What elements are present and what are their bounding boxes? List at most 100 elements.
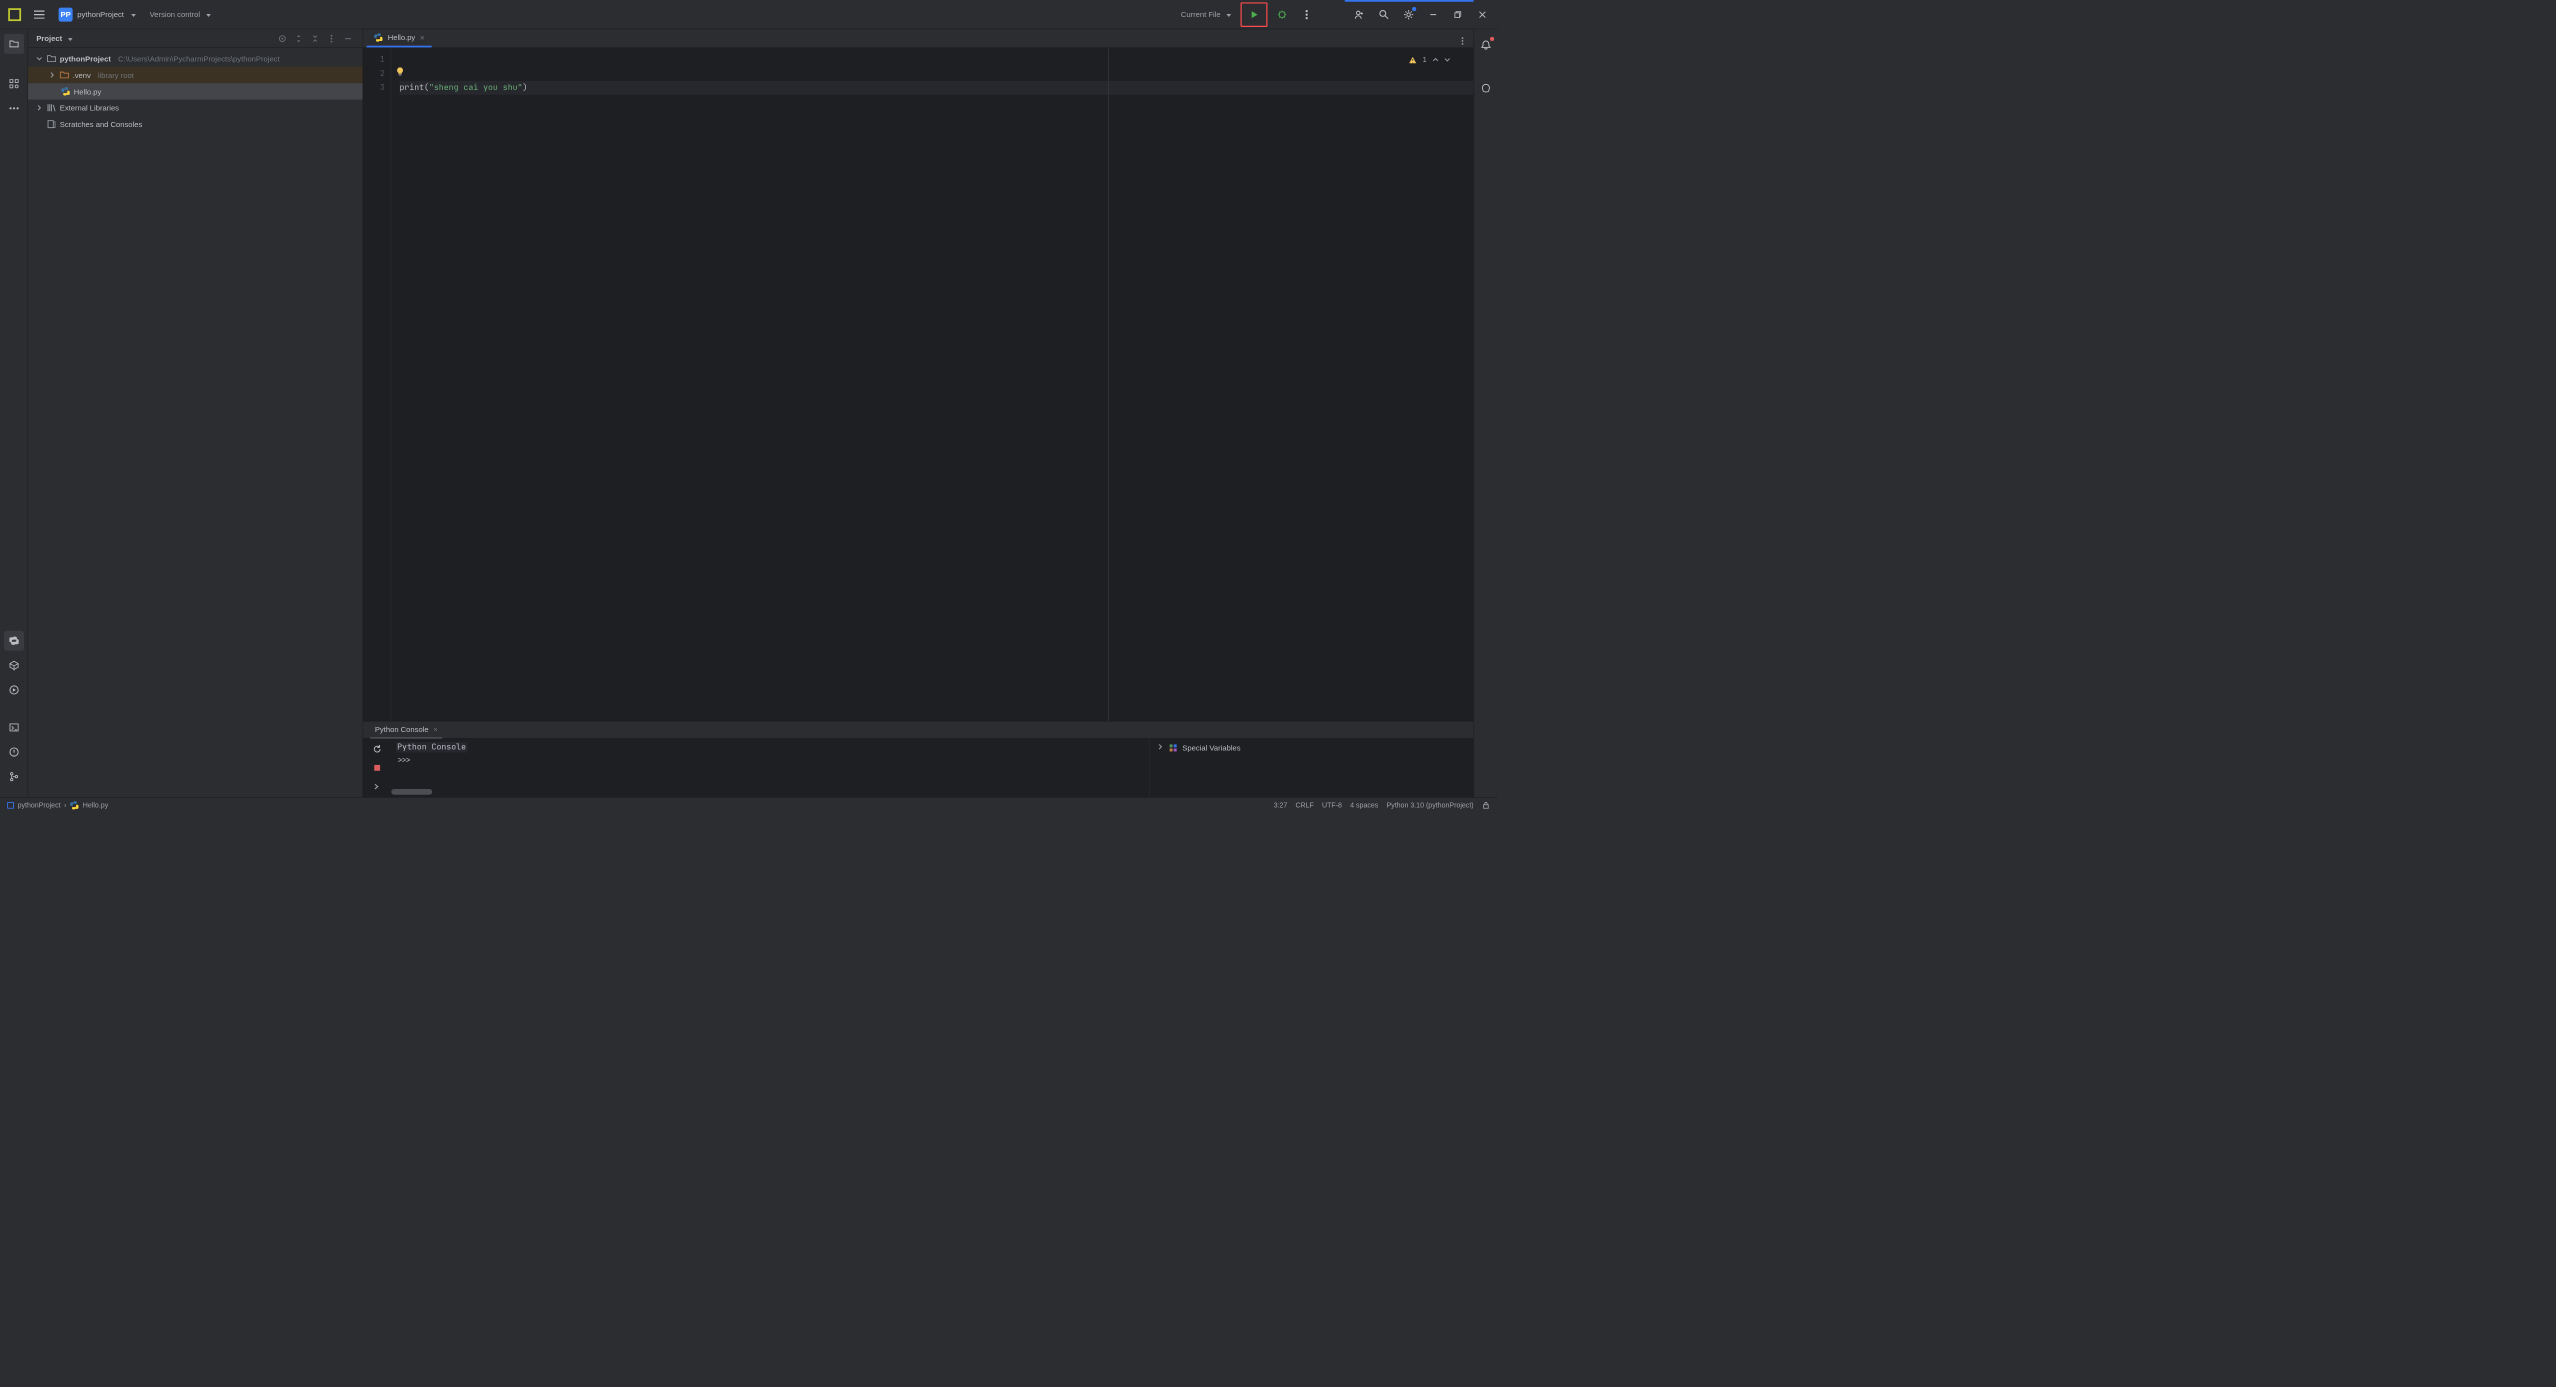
project-tool-button[interactable] — [4, 34, 24, 54]
problems-tool-button[interactable] — [4, 742, 24, 762]
rerun-icon[interactable] — [369, 742, 385, 756]
console-text[interactable]: Python Console >>> — [391, 739, 1149, 798]
chevron-right-icon[interactable] — [1157, 743, 1164, 750]
close-button[interactable] — [1472, 4, 1492, 24]
file-encoding[interactable]: UTF-8 — [1322, 801, 1342, 809]
right-margin-line — [1108, 48, 1109, 721]
interpreter[interactable]: Python 3.10 (pythonProject) — [1386, 801, 1473, 809]
code-with-me-icon[interactable] — [1349, 4, 1369, 24]
run-config-label: Current File — [1181, 10, 1221, 19]
search-icon[interactable] — [1374, 4, 1394, 24]
module-icon — [7, 802, 14, 809]
editor-tab-hello[interactable]: Hello.py × — [367, 29, 432, 48]
chevron-up-icon[interactable] — [1433, 57, 1439, 63]
hamburger-icon[interactable] — [29, 4, 49, 24]
inspections-widget[interactable]: 1 — [1408, 53, 1450, 67]
chevron-down-icon[interactable] — [1444, 57, 1450, 63]
console-banner: Python Console — [396, 742, 467, 753]
python-console-panel: Python Console >>> Special Variables — [363, 739, 1473, 798]
chevron-right-icon — [35, 104, 43, 111]
scrollbar-thumb[interactable] — [391, 789, 432, 795]
horizontal-scrollbar[interactable] — [391, 789, 1149, 795]
structure-tool-button[interactable] — [4, 74, 24, 94]
readonly-lock-icon[interactable] — [1482, 801, 1490, 809]
project-name: pythonProject — [77, 10, 124, 19]
status-bar: pythonProject › Hello.py 3:27 CRLF UTF-8… — [0, 797, 1497, 812]
version-control-label: Version control — [150, 10, 200, 19]
expand-all-icon[interactable] — [292, 32, 305, 45]
project-tree[interactable]: pythonProject C:\Users\Admin\PycharmProj… — [28, 48, 362, 135]
minimize-button[interactable] — [1423, 4, 1443, 24]
chevron-down-icon — [204, 10, 211, 19]
settings-icon[interactable] — [1399, 4, 1419, 24]
run-config-selector[interactable]: Current File — [1176, 8, 1236, 21]
tree-project-root[interactable]: pythonProject C:\Users\Admin\PycharmProj… — [28, 50, 362, 66]
run-button[interactable] — [1244, 4, 1264, 24]
code-area[interactable]: print("sheng cai you shu") 1 — [391, 48, 1473, 721]
project-selector[interactable]: PP pythonProject — [54, 5, 140, 24]
gutter-line: 1 — [363, 53, 385, 67]
caret-position[interactable]: 3:27 — [1274, 801, 1288, 809]
tree-scratches-label: Scratches and Consoles — [60, 120, 143, 129]
notification-badge-icon — [1490, 37, 1494, 41]
version-control-menu[interactable]: Version control — [145, 8, 215, 21]
breadcrumb[interactable]: pythonProject › Hello.py — [7, 800, 108, 809]
chevron-down-icon[interactable] — [66, 34, 73, 43]
chevron-down-icon — [129, 10, 136, 19]
python-packages-tool-button[interactable] — [4, 655, 24, 675]
titlebar: PP pythonProject Version control Current… — [0, 0, 1497, 29]
console-toolbar — [363, 739, 391, 798]
more-tools-button[interactable] — [4, 98, 24, 118]
console-variables[interactable]: Special Variables — [1149, 739, 1474, 798]
console-prompt-icon[interactable] — [369, 780, 385, 794]
python-file-icon — [374, 33, 383, 42]
settings-badge-icon — [1412, 7, 1416, 11]
tree-file-name: Hello.py — [74, 87, 102, 96]
code-line: print("sheng cai you shu") — [399, 81, 1473, 95]
hide-tool-icon[interactable] — [341, 32, 354, 45]
vcs-tool-button[interactable] — [4, 767, 24, 787]
project-badge: PP — [59, 7, 73, 21]
restore-button[interactable] — [1448, 4, 1468, 24]
more-run-icon[interactable] — [1297, 4, 1317, 24]
gutter-line: 2 — [363, 67, 385, 81]
tab-label: Python Console — [375, 725, 429, 734]
close-tab-icon[interactable]: × — [420, 33, 425, 42]
notifications-icon[interactable] — [1476, 35, 1496, 55]
console-output: Python Console >>> Special Variables — [391, 739, 1473, 798]
tab-python-console[interactable]: Python Console × — [370, 721, 442, 739]
tree-file-hello[interactable]: Hello.py — [28, 83, 362, 99]
python-console-tool-button[interactable] — [4, 631, 24, 651]
ai-assistant-icon[interactable] — [1476, 78, 1496, 98]
folder-icon — [47, 54, 56, 63]
services-tool-button[interactable] — [4, 680, 24, 700]
collapse-all-icon[interactable] — [309, 32, 322, 45]
editor-tab-options-icon[interactable] — [1456, 35, 1469, 48]
editor-body[interactable]: 1 2 3 print("sheng cai you shu") 1 — [363, 48, 1473, 721]
project-toolwindow-title[interactable]: Project — [36, 34, 62, 43]
crumb-project: pythonProject — [18, 801, 61, 809]
terminal-tool-button[interactable] — [4, 717, 24, 737]
python-file-icon — [70, 800, 79, 809]
editor-area: Hello.py × 1 2 3 print("sheng cai you sh… — [363, 29, 1473, 797]
chevron-right-icon: › — [64, 801, 66, 809]
app-menu-icon[interactable] — [5, 4, 25, 24]
indent-setting[interactable]: 4 spaces — [1350, 801, 1378, 809]
tree-scratches[interactable]: Scratches and Consoles — [28, 116, 362, 132]
close-tab-icon[interactable]: × — [433, 725, 437, 734]
stop-icon[interactable] — [369, 761, 385, 775]
main-area: Project pythonProject C:\Users\Admin\Pyc… — [0, 29, 1497, 797]
target-icon[interactable] — [276, 32, 289, 45]
variables-icon — [1168, 743, 1177, 752]
intention-bulb-icon[interactable] — [395, 67, 404, 76]
line-separator[interactable]: CRLF — [1295, 801, 1313, 809]
debug-button[interactable] — [1272, 4, 1292, 24]
tree-venv-folder[interactable]: .venv library root — [28, 67, 362, 83]
project-sidebar: Project pythonProject C:\Users\Admin\Pyc… — [28, 29, 363, 797]
bottom-tool-tabs: Python Console × — [363, 721, 1473, 739]
tree-external-libraries[interactable]: External Libraries — [28, 100, 362, 116]
tool-options-icon[interactable] — [325, 32, 338, 45]
folder-icon — [60, 70, 69, 79]
left-tool-strip — [0, 29, 28, 797]
python-file-icon — [61, 87, 70, 96]
